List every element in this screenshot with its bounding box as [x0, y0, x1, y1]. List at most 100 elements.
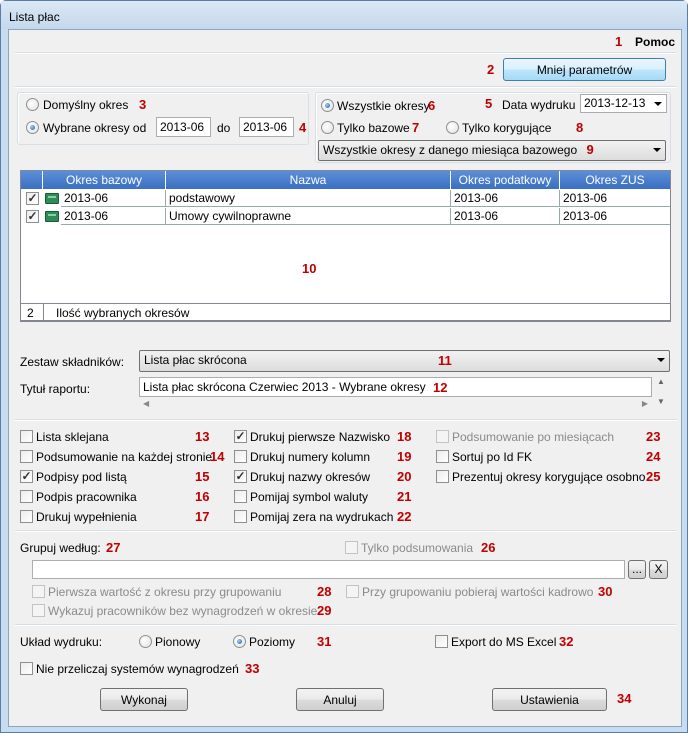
title-bar: Lista płac — [1, 1, 687, 29]
skip-currency-label: Pomijaj symbol waluty — [250, 490, 369, 504]
table-header-base[interactable]: Okres bazowy — [43, 171, 166, 189]
settings-button[interactable]: Ustawienia — [492, 688, 607, 711]
marker-17: 17 — [195, 509, 210, 524]
clear-button[interactable]: X — [649, 560, 668, 579]
book-icon — [45, 193, 59, 204]
marker-18: 18 — [397, 429, 412, 444]
first-value-label: Pierwsza wartość z okresu przy grupowani… — [48, 585, 282, 599]
period-to-input[interactable]: 2013-06 — [239, 117, 294, 137]
glued-list-checkbox[interactable] — [20, 430, 33, 443]
divider — [15, 419, 677, 421]
browse-button[interactable]: ... — [628, 560, 646, 579]
print-date-picker[interactable]: 2013-12-13 — [580, 94, 667, 113]
hr-values-label: Przy grupowaniu pobieraj wartości kadrow… — [362, 585, 594, 599]
corrective-only-radio[interactable] — [446, 121, 459, 134]
help-menu[interactable]: Pomoc — [635, 35, 675, 49]
marker-29: 29 — [317, 603, 332, 618]
no-recalc-checkbox[interactable] — [20, 662, 33, 675]
table-row[interactable]: ✓ 2013-06 podstawowy 2013-06 2013-06 — [21, 190, 670, 207]
print-date-value: 2013-12-13 — [584, 96, 646, 110]
print-layout-label: Układ wydruku: — [20, 635, 103, 649]
group-by-input[interactable] — [32, 560, 625, 579]
excel-export-checkbox[interactable] — [435, 635, 448, 648]
marker-28: 28 — [317, 584, 332, 599]
cancel-button[interactable]: Anuluj — [296, 688, 384, 711]
marker-25: 25 — [646, 469, 661, 484]
dialog-body: 1 Pomoc 2 Mniej parametrów Domyślny okre… — [8, 29, 682, 727]
all-periods-label: Wszystkie okresy — [337, 99, 430, 113]
marker-30: 30 — [598, 584, 613, 599]
marker-12: 12 — [433, 380, 448, 395]
components-select[interactable]: Lista płac skrócona 11 — [139, 350, 670, 372]
marker-11: 11 — [438, 353, 452, 368]
marker-26: 26 — [481, 540, 496, 555]
employee-signature-checkbox[interactable] — [20, 490, 33, 503]
marker-3: 3 — [139, 97, 147, 112]
column-numbers-label: Drukuj numery kolumn — [250, 450, 371, 464]
summary-only-label: Tylko podsumowania — [361, 541, 474, 555]
less-params-button[interactable]: Mniej parametrów — [503, 58, 666, 81]
divider — [15, 52, 677, 54]
components-label: Zestaw składników: — [20, 355, 125, 369]
period-names-checkbox[interactable]: ✓ — [234, 470, 247, 483]
marker-34: 34 — [617, 691, 632, 706]
all-periods-radio[interactable] — [321, 99, 334, 112]
skip-currency-checkbox[interactable] — [234, 490, 247, 503]
selected-count-label: Ilość wybranych okresów — [56, 306, 190, 320]
marker-22: 22 — [397, 509, 412, 524]
hr-values-checkbox — [346, 585, 359, 598]
chevron-down-icon[interactable] — [654, 102, 662, 106]
report-title-input[interactable]: Lista płac skrócona Czerwiec 2013 - Wybr… — [139, 377, 652, 397]
report-title-value: Lista płac skrócona Czerwiec 2013 - Wybr… — [143, 380, 426, 394]
row-checkbox[interactable]: ✓ — [26, 192, 39, 205]
components-value: Lista płac skrócona — [144, 353, 247, 367]
period-scope-select[interactable]: Wszystkie okresy z danego miesiąca bazow… — [318, 140, 666, 161]
period-scope-value: Wszystkie okresy z danego miesiąca bazow… — [323, 143, 578, 157]
default-period-radio[interactable] — [26, 98, 39, 111]
marker-27: 27 — [106, 540, 121, 555]
table-header-zus[interactable]: Okres ZUS — [560, 171, 670, 189]
table-header-check — [21, 171, 43, 189]
portrait-radio[interactable] — [139, 635, 152, 648]
cell-name: Umowy cywilnoprawne — [166, 208, 451, 225]
excel-export-label: Export do MS Excel — [451, 635, 557, 649]
landscape-label: Poziomy — [249, 635, 296, 649]
signatures-label: Podpisy pod listą — [36, 470, 127, 484]
corrective-separate-checkbox[interactable] — [436, 470, 449, 483]
print-fills-checkbox[interactable] — [20, 510, 33, 523]
print-date-label: Data wydruku — [502, 98, 576, 112]
run-button[interactable]: Wykonaj — [100, 688, 188, 711]
cell-name: podstawowy — [166, 190, 451, 207]
marker-5: 5 — [485, 96, 493, 111]
marker-2: 2 — [487, 62, 495, 77]
vertical-scrollbar[interactable]: ▲ ▼ — [654, 377, 668, 407]
selected-periods-radio[interactable] — [26, 121, 39, 134]
marker-4: 4 — [299, 120, 307, 135]
base-only-radio[interactable] — [321, 121, 334, 134]
landscape-radio[interactable] — [233, 635, 246, 648]
chevron-down-icon — [653, 148, 661, 152]
column-numbers-checkbox[interactable] — [234, 450, 247, 463]
horizontal-scrollbar[interactable]: ◀ ▶ — [139, 398, 652, 410]
table-header-name[interactable]: Nazwa — [166, 171, 451, 189]
corrective-only-label: Tylko korygujące — [462, 121, 552, 135]
sort-by-id-checkbox[interactable] — [436, 450, 449, 463]
summary-each-page-checkbox[interactable] — [20, 450, 33, 463]
chevron-down-icon — [657, 358, 665, 362]
monthly-summary-checkbox — [436, 430, 449, 443]
first-surname-label: Drukuj pierwsze Nazwisko — [250, 430, 391, 444]
marker-15: 15 — [195, 469, 210, 484]
corrective-separate-label: Prezentuj okresy korygujące osobno — [452, 470, 646, 484]
skip-zeros-checkbox[interactable] — [234, 510, 247, 523]
first-value-checkbox — [32, 585, 45, 598]
divider — [15, 624, 677, 626]
signatures-checkbox[interactable]: ✓ — [20, 470, 33, 483]
period-from-input[interactable]: 2013-06 — [156, 117, 211, 137]
summary-only-checkbox — [345, 541, 358, 554]
first-surname-checkbox[interactable]: ✓ — [234, 430, 247, 443]
cell-zus: 2013-06 — [560, 190, 670, 207]
row-checkbox[interactable]: ✓ — [26, 210, 39, 223]
table-header-tax[interactable]: Okres podatkowy — [451, 171, 560, 189]
no-salary-checkbox — [32, 604, 45, 617]
table-row[interactable]: ✓ 2013-06 Umowy cywilnoprawne 2013-06 20… — [21, 208, 670, 225]
